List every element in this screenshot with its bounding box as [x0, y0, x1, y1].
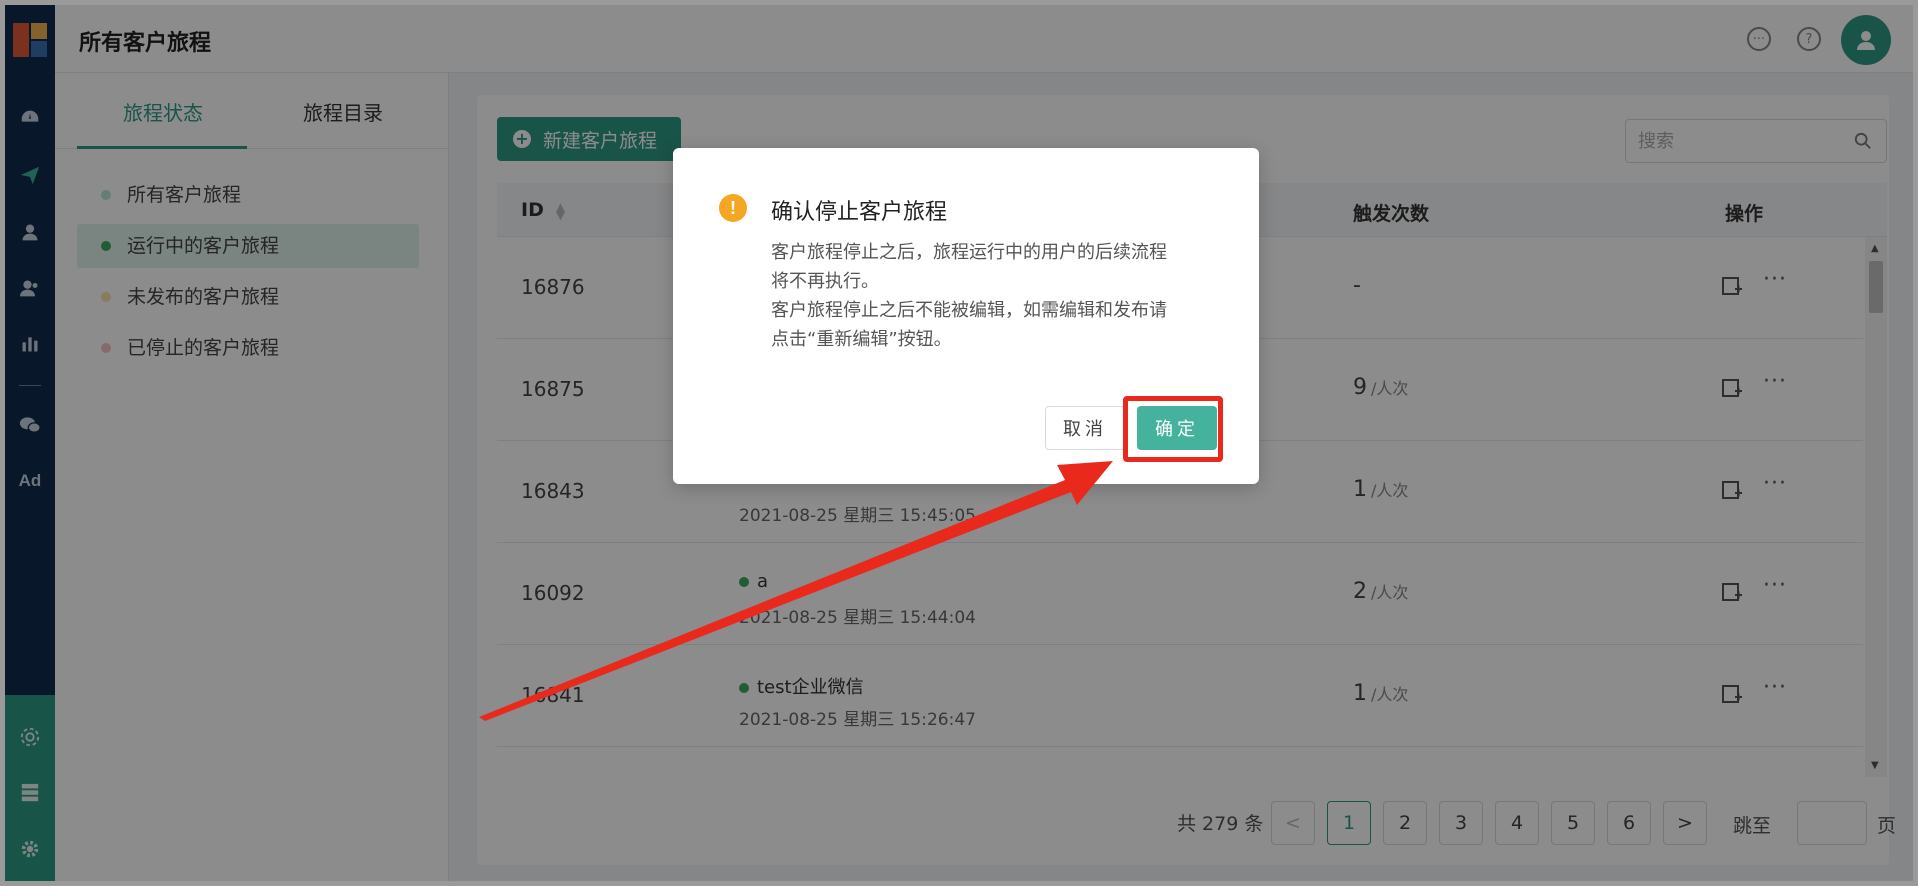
cancel-button[interactable]: 取消 — [1045, 406, 1125, 450]
dialog-message-line: 客户旅程停止之后，旅程运行中的用户的后续流程 — [771, 242, 1167, 263]
warning-icon: ! — [719, 194, 747, 222]
app-window: Ad 所有客户旅程 ··· ? 旅程状态 旅程目录 所有客户旅程 运行中的客户旅… — [0, 0, 1918, 886]
dialog-message-line: 点击“重新编辑”按钮。 — [771, 329, 952, 350]
confirm-button-highlight — [1123, 396, 1223, 462]
dialog-message: 客户旅程停止之后，旅程运行中的用户的后续流程 将不再执行。 客户旅程停止之后不能… — [771, 238, 1231, 354]
dialog-message-line: 将不再执行。 — [771, 271, 879, 292]
dialog-title: 确认停止客户旅程 — [771, 200, 948, 225]
dialog-message-line: 客户旅程停止之后不能被编辑，如需编辑和发布请 — [771, 300, 1167, 321]
